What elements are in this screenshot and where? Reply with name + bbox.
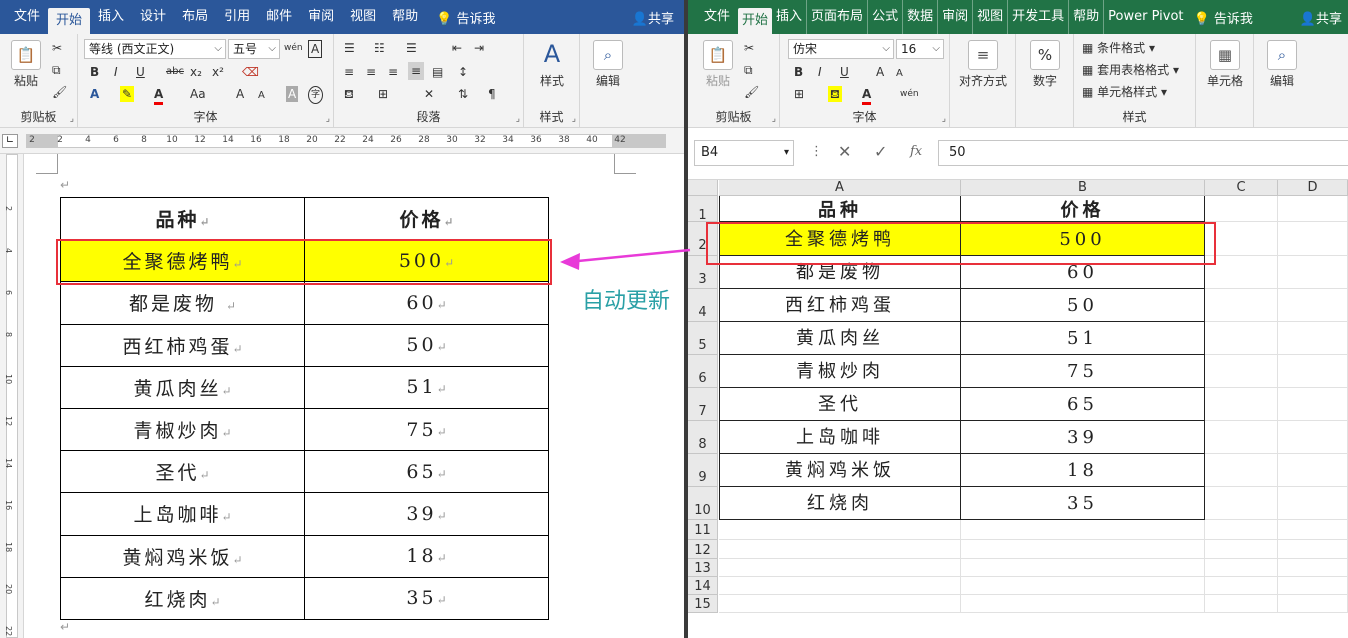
arrow-head bbox=[560, 253, 580, 270]
arrow-line bbox=[577, 248, 691, 263]
annotation-label: 自动更新 bbox=[582, 289, 671, 314]
annotation-arrow bbox=[560, 248, 691, 270]
